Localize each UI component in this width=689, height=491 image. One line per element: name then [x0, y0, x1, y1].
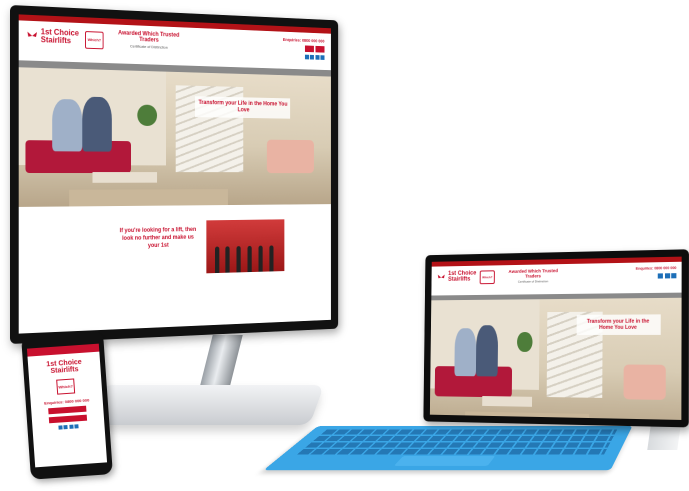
youtube-icon[interactable]: [320, 55, 325, 60]
monitor-screen: 1st Choice Stairlifts Which? Awarded Whi…: [18, 14, 331, 334]
brand-logo[interactable]: 1st Choice Stairlifts: [28, 358, 101, 377]
enquiries-phone[interactable]: Enquiries: 0800 000 000: [636, 266, 677, 271]
mobile-menu-bar[interactable]: [26, 343, 100, 357]
twitter-icon[interactable]: [63, 425, 68, 430]
tablet-device: 1st Choice Stairlifts Which? Awarded Whi…: [423, 249, 689, 428]
team-photo: [206, 219, 285, 274]
butterfly-logo-icon: [437, 274, 445, 278]
phone-screen: 1st Choice Stairlifts Which? Enquiries: …: [26, 343, 108, 468]
enquiries-phone[interactable]: Enquiries: 0800 000 000: [283, 37, 325, 43]
facebook-icon[interactable]: [304, 54, 309, 60]
website-desktop: 1st Choice Stairlifts Which? Awarded Whi…: [18, 14, 331, 333]
award-block: Awarded Which Trusted Traders Certificat…: [113, 30, 185, 50]
hero-card: Transform your Life in the Home You Love: [195, 96, 291, 119]
butterfly-logo-icon: [27, 31, 38, 38]
tablet-screen: 1st Choice Stairlifts Which? Awarded Whi…: [429, 256, 682, 420]
mobile-phone: 1st Choice Stairlifts Which? Enquiries: …: [21, 331, 113, 480]
award-title: Awarded Which Trusted Traders: [508, 268, 558, 279]
twitter-icon[interactable]: [664, 273, 670, 279]
brand-line2: Stairlifts: [40, 35, 72, 46]
hero-title: Transform your Life in the Home You Love: [586, 318, 650, 331]
keyboard-keys: [295, 429, 618, 456]
website-mobile: 1st Choice Stairlifts Which? Enquiries: …: [26, 343, 105, 432]
tablet-keyboard: [263, 425, 633, 471]
brand-line2: Stairlifts: [448, 276, 471, 283]
linkedin-icon[interactable]: [69, 424, 74, 429]
enquiries-block: Enquiries: 0800 000 000: [283, 37, 325, 60]
monitor-bezel: 1st Choice Stairlifts Which? Awarded Whi…: [10, 5, 339, 344]
linkedin-icon[interactable]: [315, 55, 320, 60]
twitter-icon[interactable]: [309, 54, 314, 60]
youtube-icon[interactable]: [74, 424, 79, 429]
mobile-button-1[interactable]: [48, 405, 87, 415]
mobile-button-2[interactable]: [48, 414, 88, 424]
facebook-icon[interactable]: [58, 425, 63, 430]
header-button-2[interactable]: [315, 45, 325, 53]
header-button-1[interactable]: [304, 45, 314, 53]
award-subtitle: Certificate of Distinction: [517, 279, 549, 284]
hero-banner: Transform your Life in the Home You Love: [429, 297, 682, 420]
hero-title: Transform your Life in the Home You Love: [198, 100, 288, 114]
trackpad: [393, 455, 496, 466]
facebook-icon[interactable]: [657, 273, 663, 279]
website-tablet: 1st Choice Stairlifts Which? Awarded Whi…: [429, 256, 682, 420]
which-badge: Which?: [56, 378, 76, 395]
intro-text: If you're looking for a lift, then look …: [119, 227, 197, 250]
intro-section: If you're looking for a lift, then look …: [18, 204, 331, 297]
hero-banner: Transform your Life in the Home You Love: [18, 67, 331, 207]
monitor-stand-base: [87, 385, 325, 425]
which-badge: Which?: [85, 31, 104, 50]
which-badge: Which?: [479, 270, 495, 285]
brand-logo[interactable]: 1st Choice Stairlifts: [26, 27, 79, 46]
enquiries-phone[interactable]: Enquiries: 0800 000 000: [31, 397, 103, 407]
youtube-icon[interactable]: [671, 273, 677, 279]
